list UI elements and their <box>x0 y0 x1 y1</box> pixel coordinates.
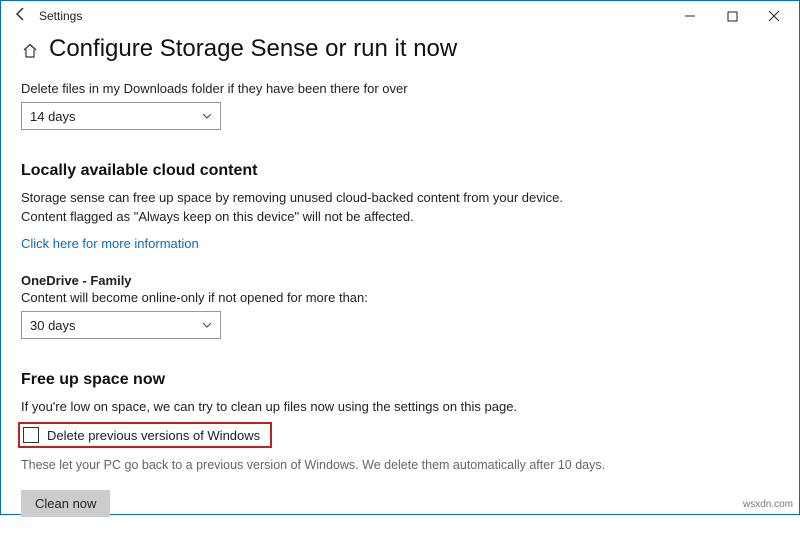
onedrive-label: Content will become online-only if not o… <box>21 290 779 305</box>
chevron-down-icon <box>202 319 212 331</box>
freeup-desc: If you're low on space, we can try to cl… <box>21 399 779 414</box>
downloads-select-value: 14 days <box>30 109 76 124</box>
window-title: Settings <box>37 9 82 23</box>
delete-previous-checkbox-row[interactable]: Delete previous versions of Windows <box>18 422 272 448</box>
chevron-down-icon <box>202 110 212 122</box>
page-title: Configure Storage Sense or run it now <box>49 35 457 63</box>
watermark: wsxdn.com <box>743 499 793 510</box>
home-icon[interactable] <box>21 42 39 65</box>
cloud-heading: Locally available cloud content <box>21 162 779 180</box>
freeup-note: These let your PC go back to a previous … <box>21 458 779 472</box>
downloads-select[interactable]: 14 days <box>21 102 221 130</box>
downloads-label: Delete files in my Downloads folder if t… <box>21 81 779 96</box>
window-controls <box>669 2 795 30</box>
title-bar: Settings <box>1 1 799 31</box>
freeup-heading: Free up space now <box>21 371 779 389</box>
page-header: Configure Storage Sense or run it now <box>21 35 779 71</box>
checkbox-box[interactable] <box>23 427 39 443</box>
clean-now-button[interactable]: Clean now <box>21 490 110 517</box>
cloud-desc-1: Storage sense can free up space by remov… <box>21 190 779 205</box>
content-area: Configure Storage Sense or run it now De… <box>1 31 799 533</box>
close-button[interactable] <box>753 2 795 30</box>
onedrive-heading: OneDrive - Family <box>21 273 779 288</box>
checkbox-label: Delete previous versions of Windows <box>47 428 260 443</box>
minimize-button[interactable] <box>669 2 711 30</box>
onedrive-select[interactable]: 30 days <box>21 311 221 339</box>
onedrive-select-value: 30 days <box>30 318 76 333</box>
back-button[interactable] <box>5 6 37 27</box>
maximize-button[interactable] <box>711 2 753 30</box>
settings-window: Settings Configure Storage Sense or run … <box>0 0 800 515</box>
more-info-link[interactable]: Click here for more information <box>21 236 199 251</box>
cloud-desc-2: Content flagged as "Always keep on this … <box>21 209 779 224</box>
